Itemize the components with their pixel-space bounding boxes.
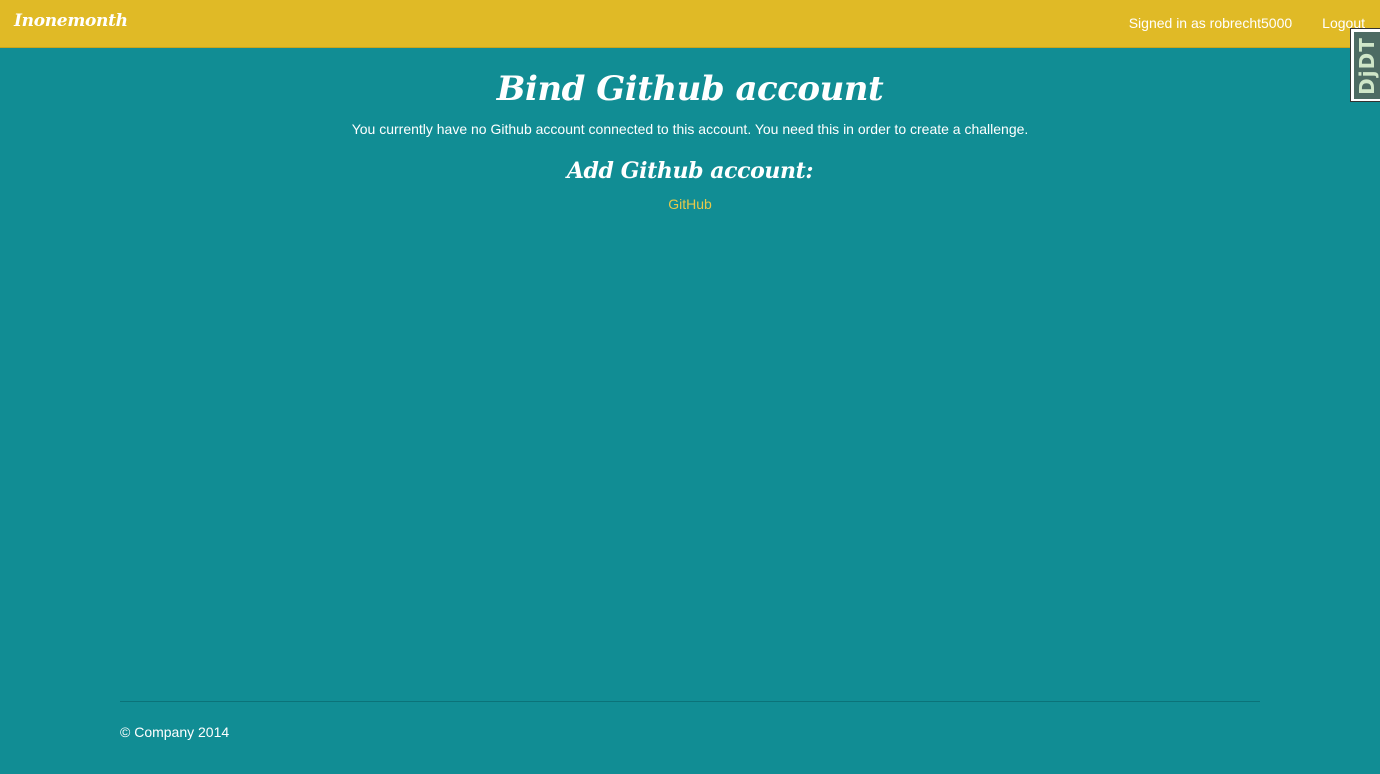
main-content: Bind Github account You currently have n… <box>0 48 1380 214</box>
section-heading: Add Github account: <box>566 158 814 184</box>
github-provider-link[interactable]: GitHub <box>668 196 712 212</box>
footer-divider <box>120 701 1260 702</box>
page-description: You currently have no Github account con… <box>351 121 1029 137</box>
top-navbar: Inonemonth Signed in as robrecht5000 Log… <box>0 0 1380 48</box>
navbar-right: Signed in as robrecht5000 Logout <box>1129 15 1365 31</box>
brand-link[interactable]: Inonemonth <box>14 11 128 31</box>
footer-copyright: © Company 2014 <box>120 724 230 740</box>
page-title: Bind Github account <box>496 69 884 109</box>
signed-in-text: Signed in as robrecht5000 <box>1128 15 1293 31</box>
